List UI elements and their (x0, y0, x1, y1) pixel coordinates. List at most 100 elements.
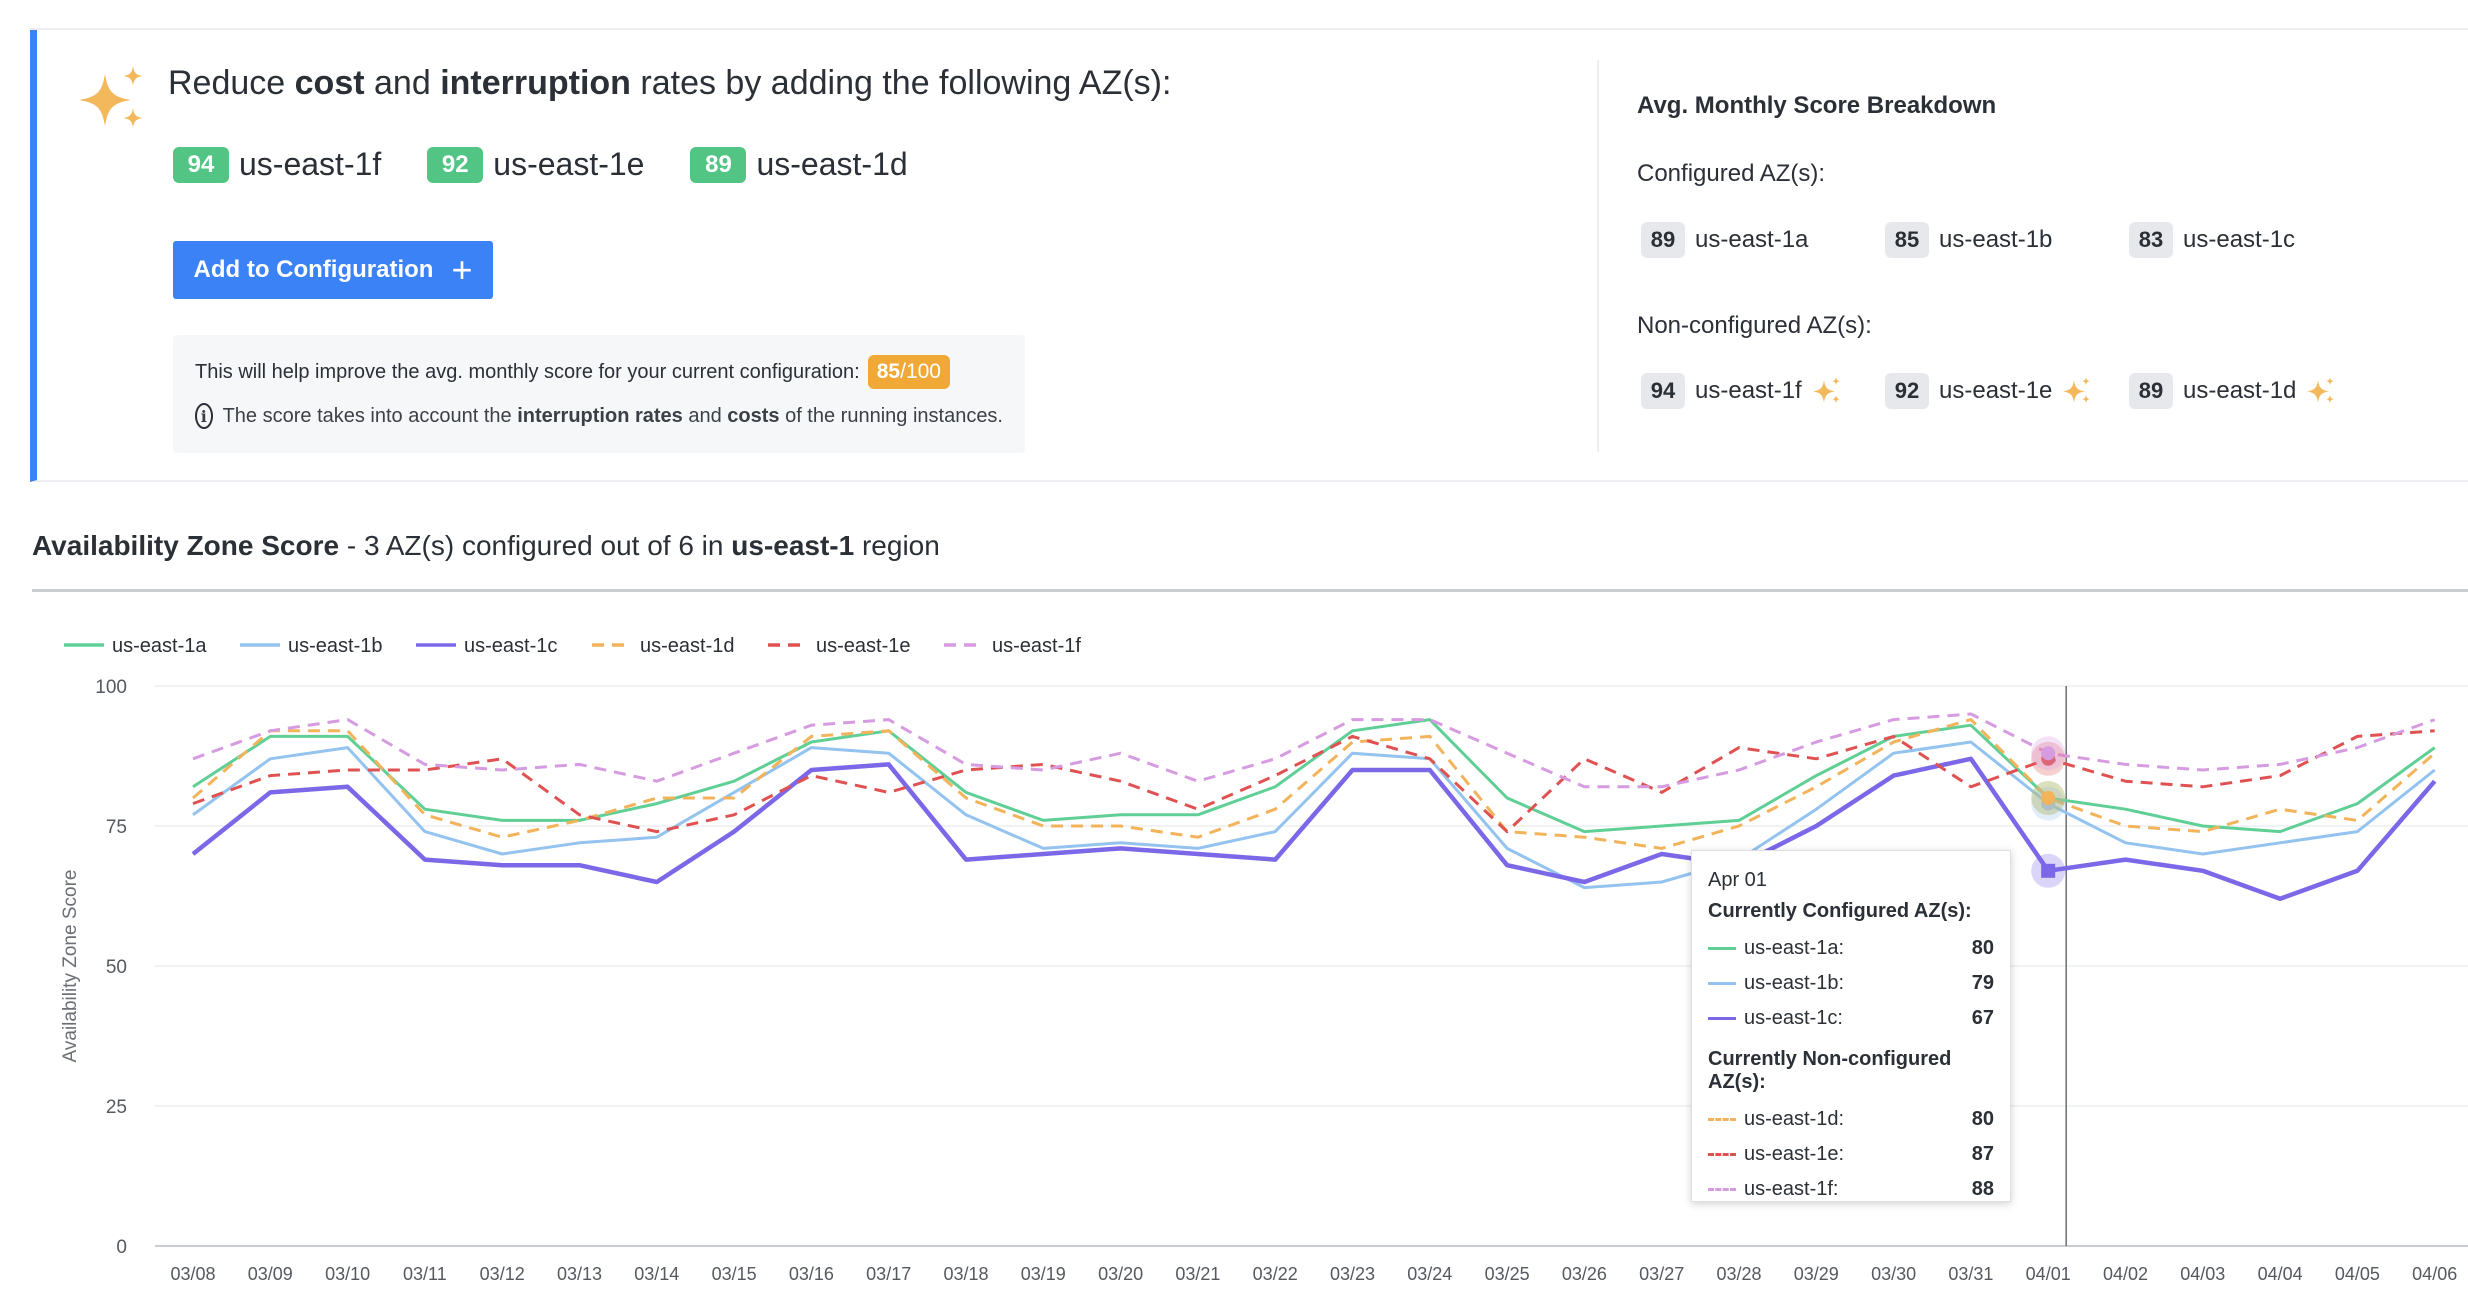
score-badge: 94 (173, 146, 229, 183)
tooltip-series-name: us-east-1c: (1744, 1007, 1843, 1029)
x-tick-label: 03/18 (943, 1264, 988, 1284)
y-tick-label: 50 (106, 957, 127, 978)
tooltip-row: us-east-1b: 79 (1708, 966, 1994, 1001)
tooltip-series-value: 67 (1971, 1007, 1994, 1029)
legend-item-us-east-1b: us-east-1b (288, 635, 383, 657)
y-tick-label: 100 (95, 677, 127, 698)
az-name: us-east-1d (2183, 377, 2297, 404)
add-to-configuration-button[interactable]: Add to Configuration + (173, 241, 493, 299)
legend-item-us-east-1c: us-east-1c (464, 635, 557, 657)
tooltip-series-value: 80 (1971, 1108, 1994, 1130)
breakdown-title: Avg. Monthly Score Breakdown (1637, 92, 1997, 119)
tooltip-series-name: us-east-1b: (1744, 972, 1845, 994)
x-tick-label: 03/19 (1021, 1264, 1066, 1284)
chart-tooltip: Apr 01 Currently Configured AZ(s): us-ea… (1691, 850, 2011, 1202)
tooltip-series-name: us-east-1a: (1744, 937, 1845, 959)
section-divider (32, 589, 2468, 592)
score-badge: 92 (427, 146, 484, 183)
tooltip-series-value: 87 (1971, 1143, 1994, 1165)
legend-item-us-east-1f: us-east-1f (992, 635, 1081, 657)
nonconfigured-az-chip: 92 us-east-1e (1885, 373, 2129, 409)
tooltip-row: us-east-1f: 88 (1708, 1172, 1994, 1207)
az-name: us-east-1a (1695, 226, 1809, 253)
recommendation-panel: Reduce cost and interruption rates by ad… (30, 30, 2468, 482)
az-name: us-east-1f (1695, 377, 1802, 404)
tooltip-row: us-east-1c: 67 (1708, 1001, 1994, 1036)
x-tick-label: 04/05 (2335, 1264, 2380, 1284)
tooltip-series-value: 88 (1971, 1178, 1994, 1200)
x-tick-label: 03/23 (1330, 1264, 1375, 1284)
series-point-marker (2041, 791, 2056, 805)
nonconfigured-az-chip: 89 us-east-1d (2129, 373, 2373, 409)
x-tick-label: 03/30 (1871, 1264, 1916, 1284)
x-tick-label: 03/25 (1485, 1264, 1530, 1284)
tooltip-swatch (1708, 982, 1736, 985)
x-tick-label: 04/06 (2412, 1264, 2457, 1284)
score-info-text: This will help improve the avg. monthly … (195, 360, 860, 383)
recommended-az-chip: 94 us-east-1f (173, 146, 381, 183)
tooltip-swatch (1708, 1118, 1736, 1121)
az-name: us-east-1d (756, 146, 908, 182)
x-tick-label: 04/04 (2258, 1264, 2303, 1284)
score-badge: 89 (1641, 222, 1685, 258)
score-note: The score takes into account the interru… (222, 404, 1003, 427)
recommendation-title: Reduce cost and interruption rates by ad… (168, 64, 1172, 102)
score-badge: 89 (690, 146, 747, 183)
score-badge: 89 (2129, 373, 2173, 409)
configured-label: Configured AZ(s): (1637, 160, 1826, 187)
x-tick-label: 04/01 (2026, 1264, 2071, 1284)
sparkles-icon (1812, 376, 1841, 404)
x-tick-label: 03/31 (1948, 1264, 1993, 1284)
x-tick-label: 03/15 (712, 1264, 757, 1284)
sparkles-icon (2063, 376, 2091, 404)
tooltip-row: us-east-1d: 80 (1708, 1102, 1994, 1137)
x-tick-label: 03/09 (248, 1264, 293, 1284)
tooltip-row: us-east-1a: 80 (1708, 931, 1994, 966)
recommended-az-chip: 92 us-east-1e (427, 146, 644, 183)
tooltip-series-name: us-east-1d: (1744, 1108, 1845, 1130)
x-tick-label: 03/12 (480, 1264, 525, 1284)
x-tick-label: 03/26 (1562, 1264, 1607, 1284)
tooltip-swatch (1708, 1188, 1736, 1191)
configured-az-chip: 83 us-east-1c (2129, 222, 2373, 258)
x-tick-label: 04/02 (2103, 1264, 2148, 1284)
series-point-marker (2041, 863, 2056, 878)
x-tick-label: 03/17 (866, 1264, 911, 1284)
az-name: us-east-1e (1939, 377, 2053, 404)
x-tick-label: 03/14 (634, 1264, 679, 1284)
x-tick-label: 03/21 (1175, 1264, 1220, 1284)
tooltip-series-name: us-east-1e: (1744, 1143, 1845, 1165)
score-badge: 85 (1885, 222, 1929, 258)
tooltip-configured-head: Currently Configured AZ(s): (1708, 900, 1972, 922)
tooltip-series-name: us-east-1f: (1744, 1178, 1839, 1200)
nonconfigured-label: Non-configured AZ(s): (1637, 312, 1872, 339)
x-tick-label: 03/08 (170, 1264, 215, 1284)
tooltip-swatch (1708, 947, 1736, 950)
y-axis-label: Availability Zone Score (60, 870, 81, 1063)
series-point-marker (2041, 746, 2056, 761)
score-badge: 83 (2129, 222, 2173, 258)
x-tick-label: 03/11 (403, 1264, 447, 1284)
y-tick-label: 75 (106, 817, 127, 838)
score-info-box: This will help improve the avg. monthly … (173, 335, 1025, 453)
y-tick-label: 0 (116, 1237, 127, 1258)
nonconfigured-az-chip: 94 us-east-1f (1641, 373, 1885, 409)
recommended-az-list: 94 us-east-1f 92 us-east-1e 89 us-east-1… (173, 146, 908, 183)
tooltip-series-value: 80 (1971, 937, 1994, 959)
x-tick-label: 03/10 (325, 1264, 370, 1284)
info-icon: i (195, 403, 213, 429)
az-name: us-east-1b (1939, 226, 2053, 253)
az-name: us-east-1c (2183, 226, 2296, 253)
x-tick-label: 04/03 (2180, 1264, 2225, 1284)
x-tick-label: 03/24 (1407, 1264, 1452, 1284)
az-name: us-east-1e (493, 146, 645, 182)
nonconfigured-az-list: 94 us-east-1f 92 us-east-1e 89 us-east-1… (1641, 373, 2373, 409)
recommended-az-chip: 89 us-east-1d (690, 146, 908, 183)
x-tick-label: 03/29 (1794, 1264, 1839, 1284)
sparkles-icon (79, 66, 143, 128)
configured-az-chip: 85 us-east-1b (1885, 222, 2129, 258)
plus-icon: + (451, 249, 473, 290)
az-score-chart[interactable]: 0 25 50 75 100 Availability Zone Score 03/08 03… (0, 600, 2468, 1300)
improved-score-badge: 85/100 (867, 355, 950, 389)
tooltip-row: us-east-1e: 87 (1708, 1137, 1994, 1172)
